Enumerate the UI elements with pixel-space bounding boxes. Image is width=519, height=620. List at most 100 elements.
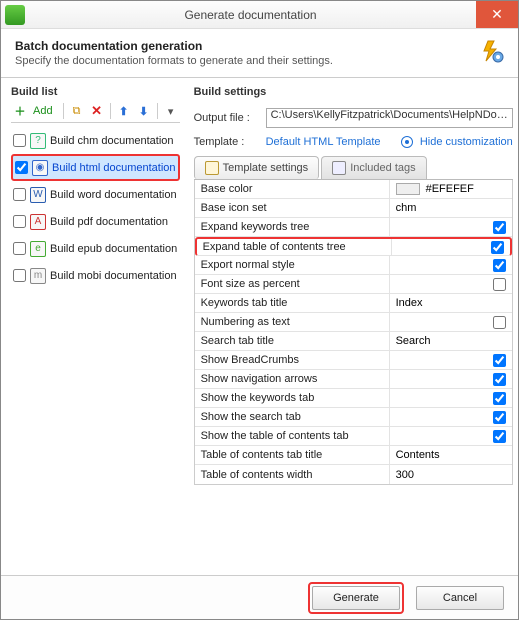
included-tags-icon — [332, 161, 346, 175]
buildlist-check-pdf[interactable] — [13, 215, 26, 228]
prop-checkbox[interactable] — [493, 430, 506, 443]
buildsettings-label: Build settings — [194, 86, 513, 98]
prop-value[interactable] — [390, 256, 512, 274]
prop-name: Font size as percent — [195, 275, 390, 293]
buildlist-label-pdf: Build pdf documentation — [50, 216, 168, 228]
tab-template-settings-label: Template settings — [223, 162, 309, 174]
template-link[interactable]: Default HTML Template — [266, 136, 381, 148]
prop-checkbox[interactable] — [493, 278, 506, 291]
outputfile-field[interactable]: C:\Users\KellyFitzpatrick\Documents\Help… — [266, 108, 513, 128]
prop-name: Search tab title — [195, 332, 390, 350]
prop-name: Table of contents tab title — [195, 446, 390, 464]
cancel-button[interactable]: Cancel — [416, 586, 504, 610]
close-button[interactable]: ✕ — [476, 1, 518, 28]
move-up-icon[interactable]: ⬆ — [115, 102, 133, 120]
eye-icon — [401, 136, 413, 148]
tab-included-tags-label: Included tags — [350, 162, 415, 174]
add-button[interactable]: Add — [33, 105, 53, 117]
prop-value[interactable]: #EFEFEF — [390, 180, 512, 198]
prop-checkbox[interactable] — [493, 411, 506, 424]
prop-row[interactable]: Expand keywords tree — [195, 218, 512, 237]
prop-row[interactable]: Table of contents width300 — [195, 465, 512, 484]
prop-row[interactable]: Base icon setchm — [195, 199, 512, 218]
template-label: Template : — [194, 136, 262, 148]
prop-row[interactable]: Table of contents tab titleContents — [195, 446, 512, 465]
prop-value[interactable]: 300 — [390, 465, 512, 484]
buildlist-item-chm[interactable]: ? Build chm documentation — [11, 127, 180, 154]
prop-checkbox[interactable] — [493, 316, 506, 329]
prop-row[interactable]: Show BreadCrumbs — [195, 351, 512, 370]
buildlist-item-mobi[interactable]: m Build mobi documentation — [11, 262, 180, 289]
prop-value[interactable] — [390, 313, 512, 331]
prop-value[interactable] — [390, 275, 512, 293]
tab-included-tags[interactable]: Included tags — [321, 156, 426, 179]
prop-value[interactable] — [390, 351, 512, 369]
prop-value[interactable]: Index — [390, 294, 512, 312]
prop-name: Keywords tab title — [195, 294, 390, 312]
tab-template-settings[interactable]: Template settings — [194, 156, 320, 179]
prop-name: Export normal style — [195, 256, 390, 274]
buildlist-check-mobi[interactable] — [13, 269, 26, 282]
prop-value[interactable] — [390, 427, 512, 445]
prop-checkbox[interactable] — [493, 373, 506, 386]
prop-row[interactable]: Numbering as text — [195, 313, 512, 332]
buildlist-check-word[interactable] — [13, 188, 26, 201]
buildlist-item-word[interactable]: W Build word documentation — [11, 181, 180, 208]
prop-checkbox[interactable] — [493, 392, 506, 405]
prop-name: Show the table of contents tab — [195, 427, 390, 445]
prop-value[interactable] — [390, 218, 512, 236]
prop-name: Expand keywords tree — [195, 218, 390, 236]
property-grid: Base color#EFEFEFBase icon setchmExpand … — [194, 180, 513, 485]
mobi-icon: m — [30, 268, 46, 284]
prop-checkbox[interactable] — [491, 241, 504, 254]
hide-customization-link[interactable]: Hide customization — [420, 136, 513, 148]
prop-value[interactable]: chm — [390, 199, 512, 217]
buildlist-label-chm: Build chm documentation — [50, 135, 174, 147]
prop-row[interactable]: Keywords tab titleIndex — [195, 294, 512, 313]
page-title: Batch documentation generation — [15, 39, 480, 53]
outputfile-label: Output file : — [194, 112, 262, 124]
prop-row[interactable]: Show navigation arrows — [195, 370, 512, 389]
pdf-icon: A — [30, 214, 46, 230]
prop-row[interactable]: Font size as percent — [195, 275, 512, 294]
prop-value[interactable] — [390, 389, 512, 407]
prop-name: Show the keywords tab — [195, 389, 390, 407]
prop-row[interactable]: Export normal style — [195, 256, 512, 275]
color-swatch — [396, 183, 420, 195]
app-icon — [5, 5, 25, 25]
buildlist-label-epub: Build epub documentation — [50, 243, 177, 255]
generate-button[interactable]: Generate — [312, 586, 400, 610]
prop-name: Show navigation arrows — [195, 370, 390, 388]
copy-icon[interactable]: ⧉ — [68, 102, 86, 120]
prop-value[interactable]: Contents — [390, 446, 512, 464]
prop-name: Expand table of contents tree — [197, 239, 392, 255]
prop-row[interactable]: Show the search tab — [195, 408, 512, 427]
buildlist-item-epub[interactable]: e Build epub documentation — [11, 235, 180, 262]
html-icon: ◉ — [32, 160, 48, 176]
menu-icon[interactable]: ▾ — [162, 102, 180, 120]
buildlist-check-epub[interactable] — [13, 242, 26, 255]
prop-value[interactable] — [390, 408, 512, 426]
buildlist-label-html: Build html documentation — [52, 162, 176, 174]
prop-checkbox[interactable] — [493, 354, 506, 367]
prop-checkbox[interactable] — [493, 259, 506, 272]
prop-checkbox[interactable] — [493, 221, 506, 234]
delete-icon[interactable]: ✕ — [88, 102, 106, 120]
prop-value[interactable] — [390, 370, 512, 388]
prop-row[interactable]: Base color#EFEFEF — [195, 180, 512, 199]
prop-name: Show the search tab — [195, 408, 390, 426]
prop-value[interactable]: Search — [390, 332, 512, 350]
prop-row[interactable]: Expand table of contents tree — [195, 237, 512, 256]
page-subtitle: Specify the documentation formats to gen… — [15, 55, 480, 67]
buildlist-check-chm[interactable] — [13, 134, 26, 147]
prop-row[interactable]: Show the keywords tab — [195, 389, 512, 408]
buildlist-item-html[interactable]: ◉ Build html documentation — [11, 154, 180, 181]
buildlist-item-pdf[interactable]: A Build pdf documentation — [11, 208, 180, 235]
buildlist-check-html[interactable] — [15, 161, 28, 174]
prop-row[interactable]: Show the table of contents tab — [195, 427, 512, 446]
move-down-icon[interactable]: ⬇ — [135, 102, 153, 120]
prop-row[interactable]: Search tab titleSearch — [195, 332, 512, 351]
add-icon[interactable]: ＋ — [11, 102, 29, 120]
prop-value[interactable] — [392, 239, 510, 255]
buildlist-label-word: Build word documentation — [50, 189, 177, 201]
